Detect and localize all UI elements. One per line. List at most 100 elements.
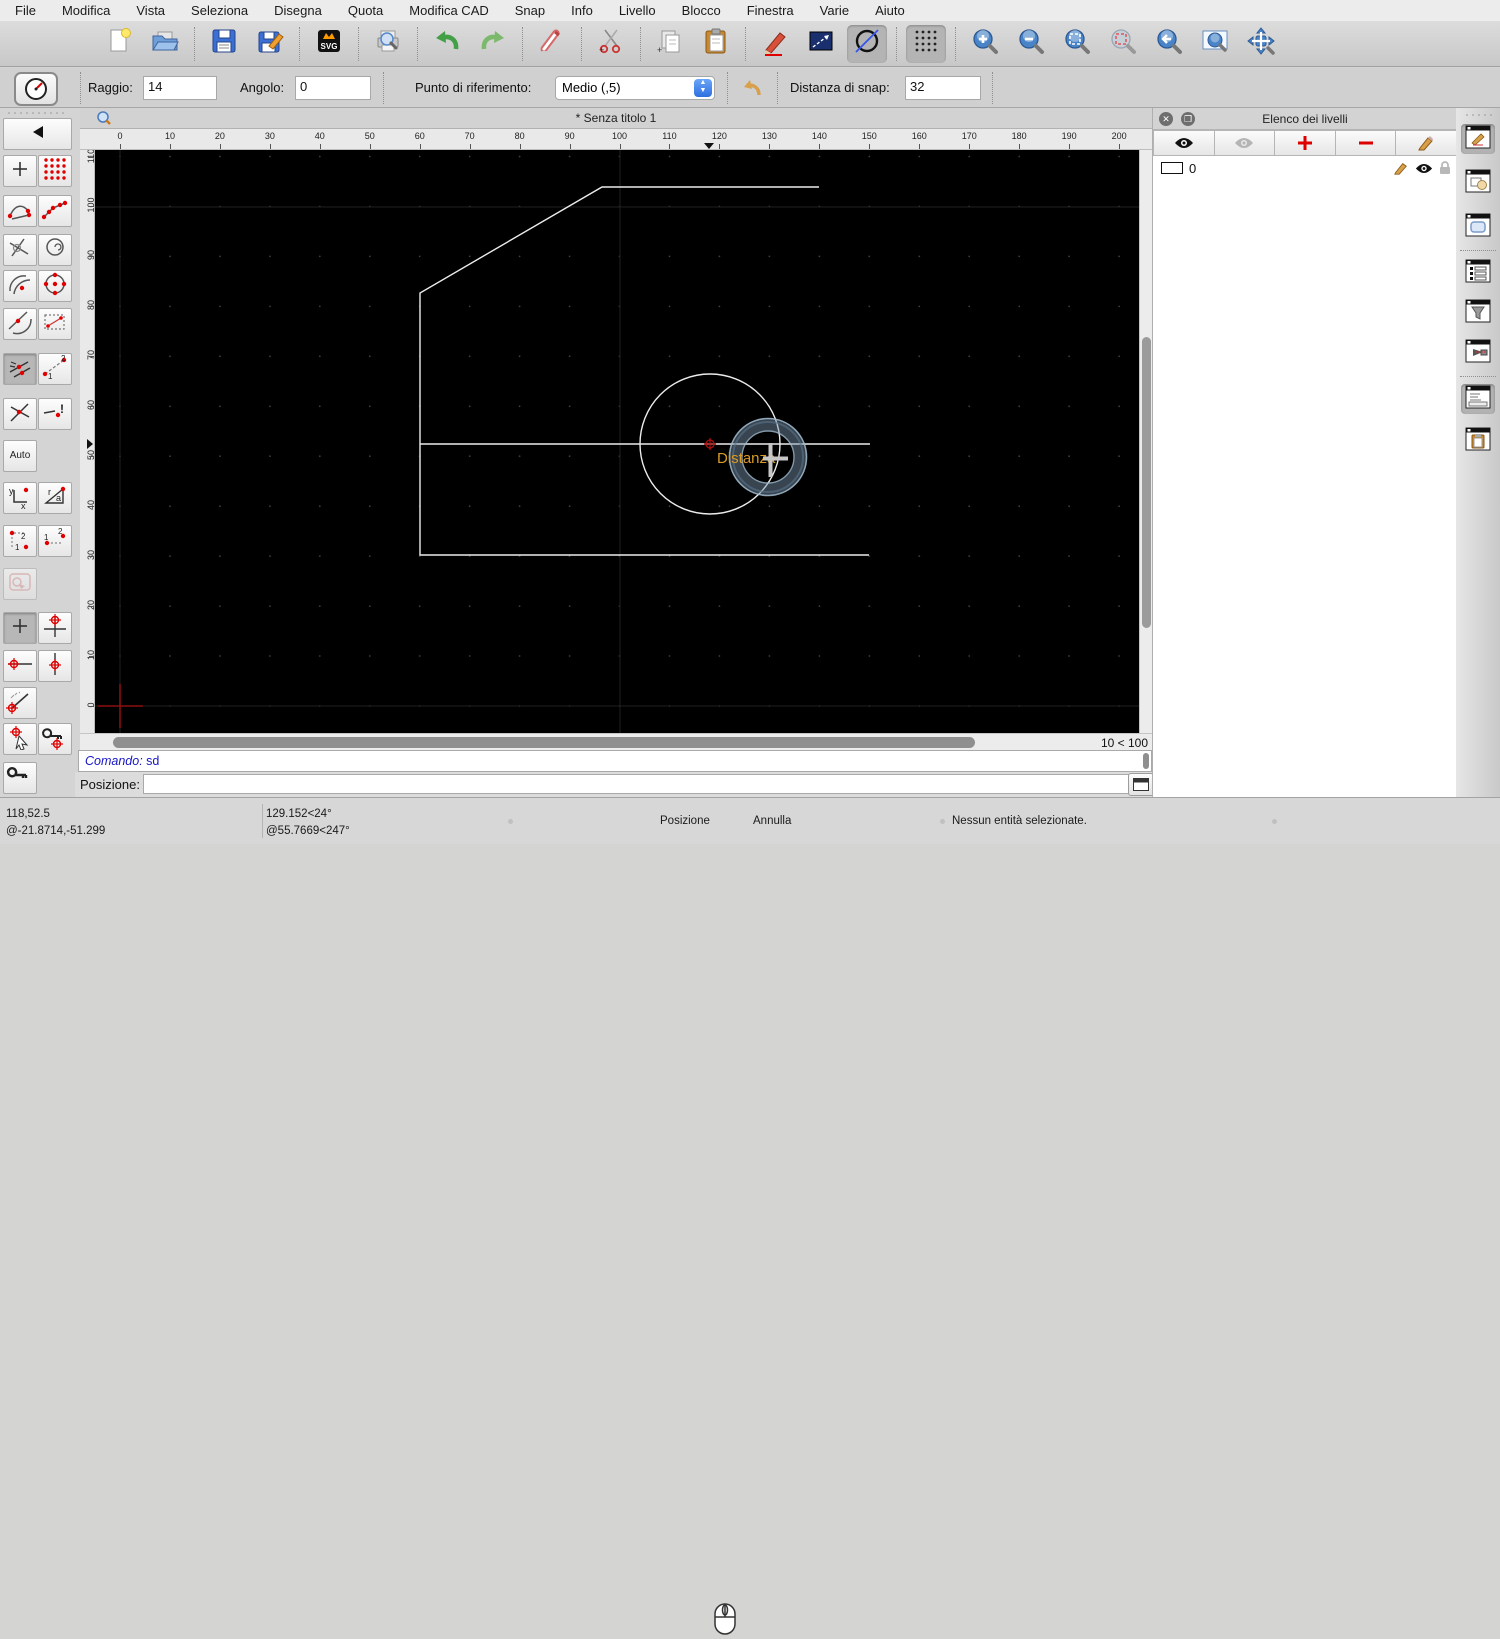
current-tool-button[interactable] bbox=[14, 72, 58, 106]
refpoint-select[interactable]: Medio (,5) ▲ ▼ bbox=[555, 76, 715, 100]
command-history[interactable]: Comando: sd bbox=[78, 750, 1152, 772]
panel-properties-button[interactable] bbox=[1461, 258, 1495, 288]
radius-input[interactable]: 14 bbox=[143, 76, 217, 100]
show-all-layers-button[interactable] bbox=[1153, 130, 1215, 156]
palette-handle[interactable] bbox=[6, 111, 68, 115]
menu-quota[interactable]: Quota bbox=[348, 3, 383, 18]
entity-outline[interactable] bbox=[419, 186, 870, 556]
command-window-button[interactable] bbox=[1128, 773, 1154, 796]
snap-tangent-button[interactable] bbox=[3, 308, 37, 340]
zoom-pan-button[interactable] bbox=[1241, 25, 1281, 63]
copy-button[interactable]: + bbox=[650, 25, 690, 63]
snap-intersection-auto-button[interactable] bbox=[3, 234, 37, 266]
vertical-scrollbar[interactable] bbox=[1139, 150, 1152, 733]
vscroll-thumb[interactable] bbox=[1142, 337, 1151, 628]
angle-input[interactable]: 0 bbox=[295, 76, 371, 100]
snap-dist-rect-button[interactable] bbox=[38, 308, 72, 340]
open-file-button[interactable] bbox=[145, 25, 185, 63]
panel-command-line-button[interactable] bbox=[1461, 384, 1495, 414]
snap-on-entity-button[interactable] bbox=[38, 195, 72, 227]
panel-library-button[interactable] bbox=[1461, 212, 1495, 242]
layer-row[interactable]: 0 bbox=[1153, 156, 1457, 180]
set-relative-zero-button[interactable] bbox=[3, 723, 37, 755]
menu-file[interactable]: File bbox=[15, 3, 36, 18]
document-titlebar[interactable]: * Senza titolo 1 bbox=[80, 108, 1152, 129]
new-document-button[interactable] bbox=[99, 25, 139, 63]
redo-button[interactable] bbox=[473, 25, 513, 63]
snap-intersection-manual-button[interactable]: ! bbox=[38, 398, 72, 430]
panel-clipboard-button[interactable] bbox=[1461, 426, 1495, 456]
snap-arc-point-button[interactable] bbox=[3, 270, 37, 302]
undo-button[interactable] bbox=[427, 25, 467, 63]
edit-layer-button[interactable] bbox=[1396, 130, 1457, 156]
options-back-button[interactable] bbox=[738, 74, 768, 102]
horizontal-scrollbar[interactable]: 10 < 100 bbox=[80, 733, 1152, 751]
key-lock-button[interactable] bbox=[3, 762, 37, 794]
menu-vista[interactable]: Vista bbox=[136, 3, 165, 18]
snap-intersection-x-button[interactable] bbox=[3, 398, 37, 430]
drawing-canvas[interactable]: Distanza bbox=[95, 150, 1139, 733]
command-scrollbar[interactable] bbox=[1143, 753, 1149, 769]
snap-distance-input[interactable]: 32 bbox=[905, 76, 981, 100]
snap-circle-reference-button[interactable] bbox=[38, 270, 72, 302]
lock-relative-zero-button[interactable] bbox=[38, 723, 72, 755]
coord-cartesian-button[interactable]: yx bbox=[3, 482, 37, 514]
layer-lock-icon[interactable] bbox=[1439, 161, 1451, 175]
snap-dist-12-button[interactable]: 12 bbox=[38, 353, 72, 385]
layer-visible-eye-icon[interactable] bbox=[1415, 162, 1433, 175]
reference-rectangle-button[interactable] bbox=[801, 25, 841, 63]
zoom-in-button[interactable] bbox=[965, 25, 1005, 63]
snap-free-button[interactable] bbox=[3, 155, 37, 187]
menu-blocco[interactable]: Blocco bbox=[682, 3, 721, 18]
zoom-auto-button[interactable] bbox=[1057, 25, 1097, 63]
menu-disegna[interactable]: Disegna bbox=[274, 3, 322, 18]
menu-finestra[interactable]: Finestra bbox=[747, 3, 794, 18]
zoom-out-button[interactable] bbox=[1011, 25, 1051, 63]
edit-pencil-button[interactable] bbox=[755, 25, 795, 63]
menu-seleziona[interactable]: Seleziona bbox=[191, 3, 248, 18]
layers-panel-titlebar[interactable]: ✕ ❐ Elenco dei livelli bbox=[1153, 108, 1457, 130]
rel-disabled-button[interactable] bbox=[3, 568, 37, 600]
zoom-previous-button[interactable] bbox=[1149, 25, 1189, 63]
zoom-selection-button[interactable] bbox=[1103, 25, 1143, 63]
panel-filter-button[interactable] bbox=[1461, 298, 1495, 328]
delete-entities-button[interactable] bbox=[532, 25, 572, 63]
save-button[interactable] bbox=[204, 25, 244, 63]
panel-layers-button[interactable] bbox=[1461, 124, 1495, 154]
hscroll-thumb[interactable] bbox=[113, 737, 975, 748]
snap-middle-button[interactable] bbox=[3, 353, 37, 385]
rel-polar-12-button[interactable]: 12 bbox=[38, 525, 72, 557]
zoom-window-button[interactable] bbox=[1195, 25, 1235, 63]
snap-auto-button[interactable]: Auto bbox=[3, 440, 37, 472]
snap-grid-button[interactable] bbox=[38, 155, 72, 187]
restrict-vertical-button[interactable] bbox=[38, 650, 72, 682]
menu-modifica-cad[interactable]: Modifica CAD bbox=[409, 3, 488, 18]
rel-cartesian-12-button[interactable]: 12 bbox=[3, 525, 37, 557]
export-svg-button[interactable]: SVG bbox=[309, 25, 349, 63]
hide-all-layers-button[interactable] bbox=[1214, 130, 1276, 156]
restrict-horizontal-button[interactable] bbox=[3, 650, 37, 682]
restrict-angle-button[interactable] bbox=[3, 687, 37, 719]
paste-button[interactable] bbox=[696, 25, 736, 63]
menu-varie[interactable]: Varie bbox=[820, 3, 849, 18]
print-preview-button[interactable] bbox=[368, 25, 408, 63]
restrict-nothing-button[interactable] bbox=[3, 612, 37, 644]
menu-aiuto[interactable]: Aiuto bbox=[875, 3, 905, 18]
save-as-button[interactable] bbox=[250, 25, 290, 63]
menu-info[interactable]: Info bbox=[571, 3, 593, 18]
coord-polar-button[interactable]: ra bbox=[38, 482, 72, 514]
cut-button[interactable]: + bbox=[591, 25, 631, 63]
menu-modifica[interactable]: Modifica bbox=[62, 3, 110, 18]
layer-color-swatch[interactable] bbox=[1161, 162, 1183, 174]
grid-toggle-button[interactable] bbox=[906, 24, 946, 63]
circle-line-button[interactable] bbox=[847, 24, 887, 63]
add-layer-button[interactable] bbox=[1275, 130, 1336, 156]
layer-edit-pencil-icon[interactable] bbox=[1393, 161, 1409, 175]
dock-handle[interactable] bbox=[1464, 113, 1492, 117]
panel-blocks-button[interactable] bbox=[1461, 168, 1495, 198]
panel-projection-button[interactable] bbox=[1461, 338, 1495, 368]
restrict-orthogonal-button[interactable] bbox=[38, 612, 72, 644]
menu-livello[interactable]: Livello bbox=[619, 3, 656, 18]
remove-layer-button[interactable] bbox=[1335, 130, 1397, 156]
palette-back-button[interactable] bbox=[3, 118, 72, 150]
